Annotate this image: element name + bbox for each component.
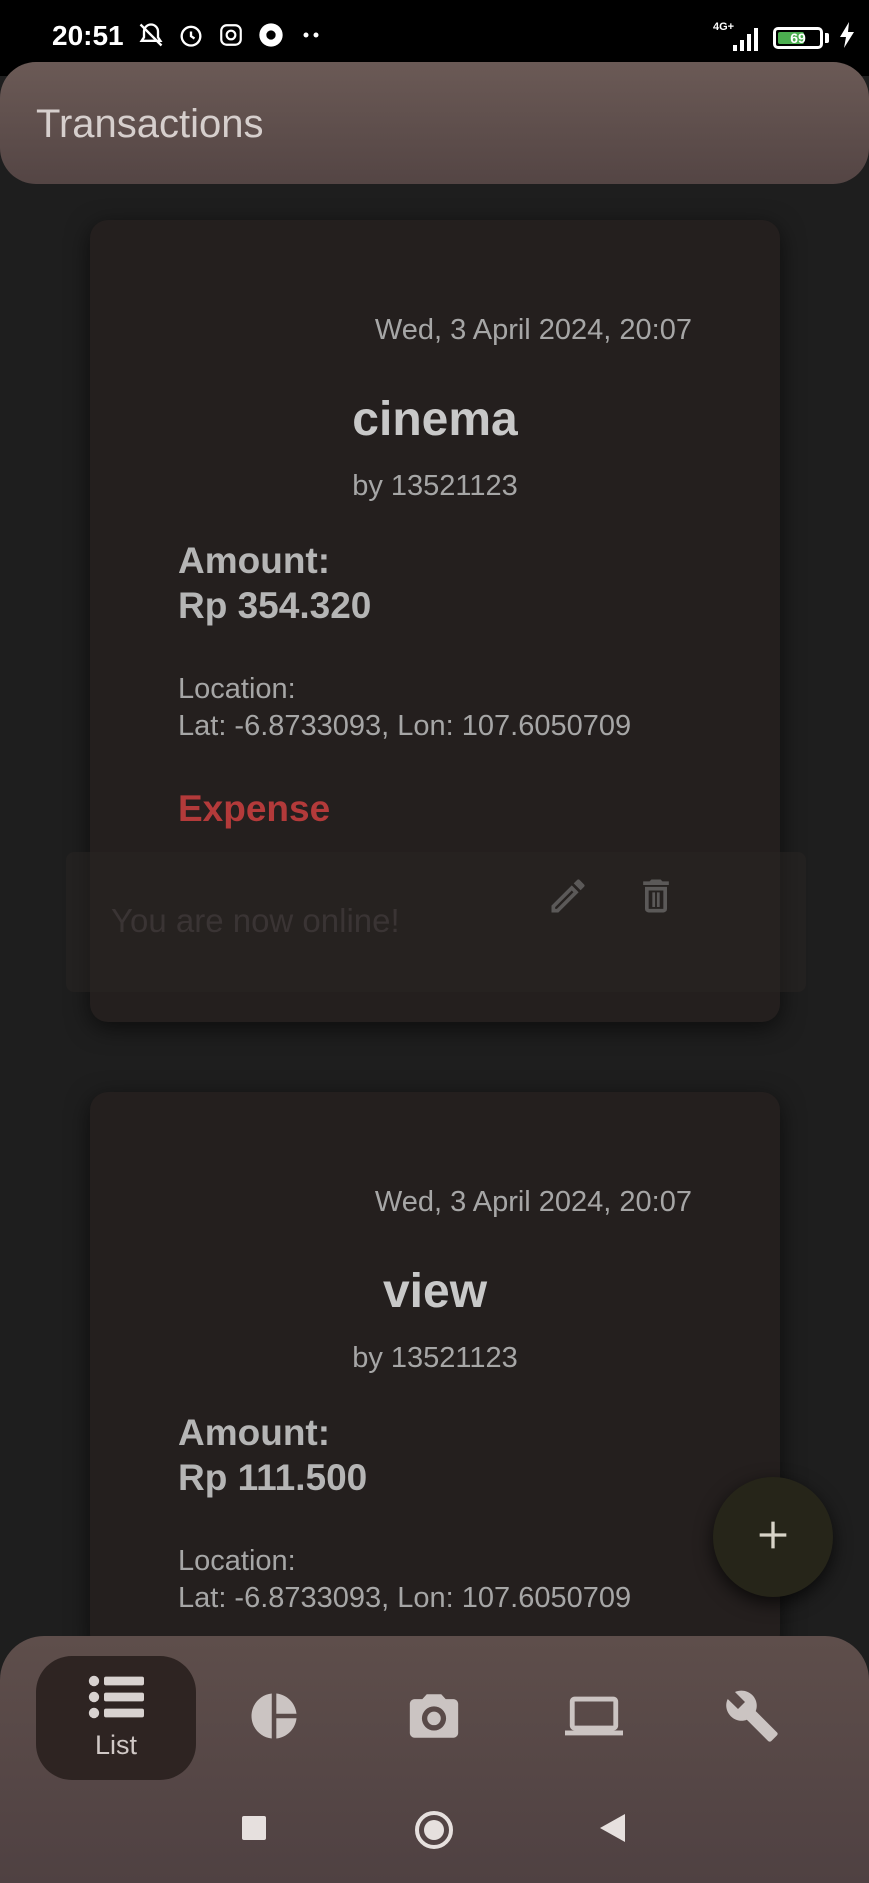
- amount-label: Amount:: [178, 1412, 331, 1453]
- transaction-date: Wed, 3 April 2024, 20:07: [374, 1186, 692, 1218]
- nav-item-list[interactable]: List: [36, 1656, 196, 1780]
- add-transaction-button[interactable]: [713, 1477, 833, 1597]
- nav-item-laptop[interactable]: [514, 1656, 674, 1780]
- transaction-author: by 13521123: [352, 470, 518, 502]
- snackbar: You are now online!: [66, 852, 806, 992]
- snackbar-message: You are now online!: [111, 902, 400, 939]
- wrench-icon: [724, 1688, 780, 1749]
- recents-button[interactable]: [234, 1810, 274, 1850]
- mute-bell-icon: [136, 20, 166, 50]
- back-button[interactable]: [592, 1810, 632, 1850]
- nav-item-settings[interactable]: [672, 1656, 832, 1780]
- camera-icon: [405, 1689, 463, 1748]
- pie-chart-icon: [247, 1689, 301, 1748]
- location-value: Lat: -6.8733093, Lon: 107.6050709: [178, 1582, 632, 1614]
- transaction-author: by 13521123: [352, 1342, 518, 1374]
- nav-item-graph[interactable]: [194, 1656, 354, 1780]
- amount-label: Amount:: [178, 540, 331, 581]
- location-value: Lat: -6.8733093, Lon: 107.6050709: [178, 710, 632, 742]
- transaction-card[interactable]: Wed, 3 April 2024, 20:07 view by 1352112…: [90, 1092, 780, 1652]
- alarm-icon: [176, 20, 206, 50]
- more-dots-icon: [296, 20, 326, 50]
- battery-level: 69: [790, 29, 806, 46]
- amount-value: Rp 111.500: [178, 1457, 368, 1498]
- status-time: 20:51: [52, 20, 124, 51]
- top-app-bar: Transactions: [0, 62, 869, 184]
- instagram-icon: [216, 20, 246, 50]
- nav-label-list: List: [94, 1730, 138, 1760]
- back-triangle-icon: [597, 1812, 627, 1849]
- home-circle-icon: [413, 1809, 455, 1856]
- signal-icon: 4G+: [713, 21, 763, 53]
- transaction-type: Expense: [178, 788, 331, 829]
- transaction-name: cinema: [352, 393, 518, 446]
- transaction-name: view: [382, 1265, 488, 1318]
- transaction-date: Wed, 3 April 2024, 20:07: [374, 314, 692, 346]
- battery-icon: 69: [773, 26, 823, 49]
- charging-icon: [839, 22, 855, 53]
- nav-item-camera[interactable]: [354, 1656, 514, 1780]
- recents-square-icon: [240, 1814, 268, 1847]
- location-label: Location:: [178, 1545, 296, 1577]
- amount-value: Rp 354.320: [178, 585, 372, 626]
- home-button[interactable]: [412, 1810, 456, 1854]
- status-system-icons: 4G+ 69: [713, 21, 855, 53]
- list-icon: [88, 1675, 144, 1724]
- laptop-icon: [565, 1691, 623, 1746]
- status-notification-icons: [136, 20, 326, 50]
- page-title: Transactions: [36, 102, 264, 146]
- location-label: Location:: [178, 673, 296, 705]
- plus-icon: [753, 1515, 793, 1560]
- ojol-icon: [256, 20, 286, 50]
